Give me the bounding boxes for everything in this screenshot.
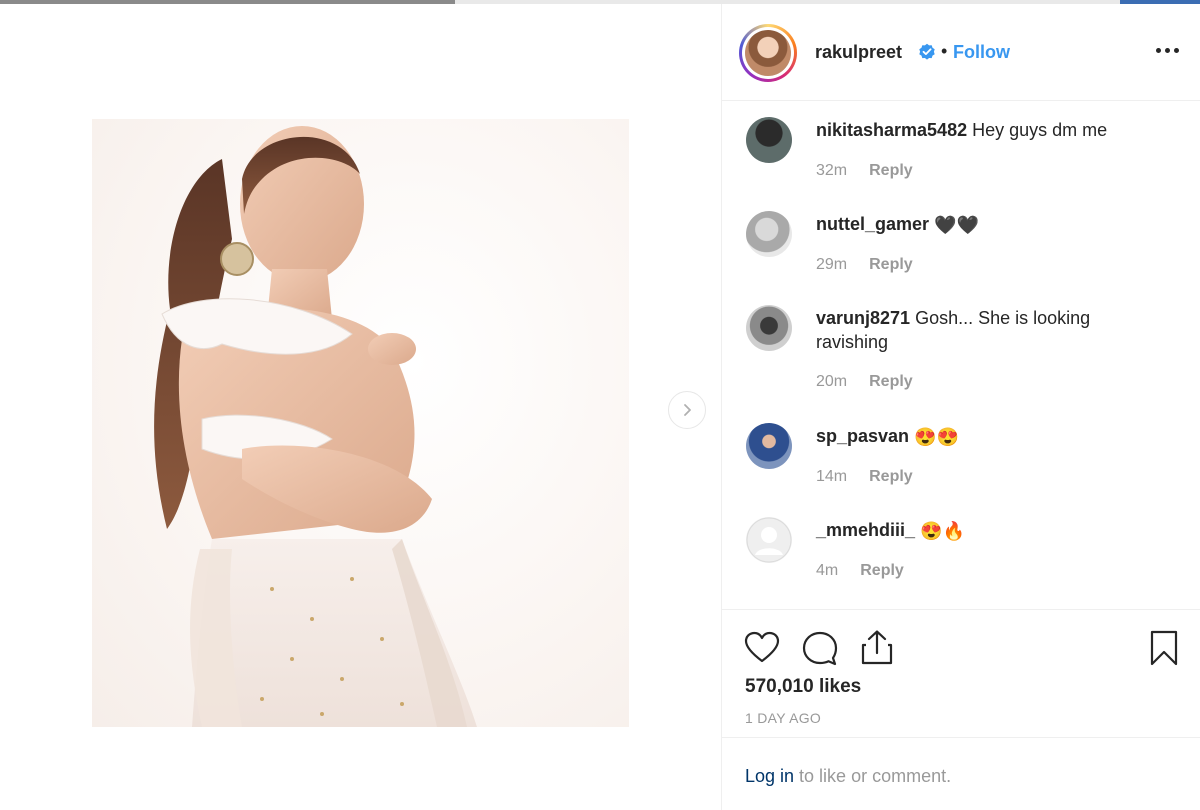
reply-button[interactable]: Reply [869,468,913,485]
comment-text-block: nikitasharma5482 Hey guys dm me [816,118,1166,142]
comments-list: nikitasharma5482 Hey guys dm me 32m Reply… [722,101,1200,609]
login-prompt-bar: Log in to like or comment. [722,737,1200,810]
comment-time: 20m [816,373,848,390]
verified-badge-icon [919,43,935,60]
default-avatar-icon [746,517,792,563]
follow-button[interactable]: Follow [953,42,1010,63]
reply-button[interactable]: Reply [860,562,904,579]
login-link[interactable]: Log in [745,766,794,786]
commenter-avatar[interactable] [746,517,792,563]
comment-time: 14m [816,468,848,485]
comment-text: 🖤🖤 [934,215,979,236]
likes-count[interactable]: 570,010 likes [745,676,861,698]
comment-time: 29m [816,256,848,273]
comment-time: 4m [816,562,839,579]
comment-text-block: _mmehdiii_ 😍🔥 [816,518,1166,543]
heart-icon[interactable] [742,628,782,668]
post-photo-illustration [154,126,477,727]
commenter-username[interactable]: nuttel_gamer [816,214,929,234]
comment-meta: 29m Reply [816,256,913,274]
commenter-username[interactable]: sp_pasvan [816,426,909,446]
commenter-username[interactable]: nikitasharma5482 [816,120,967,140]
author-username[interactable]: rakulpreet [815,42,902,63]
chevron-right-icon [684,404,691,416]
author-avatar[interactable] [739,24,797,82]
post-media-area [0,4,721,810]
comment-text-block: varunj8271 Gosh... She is looking ravish… [816,306,1166,354]
commenter-avatar[interactable] [746,117,792,163]
comment-icon[interactable] [800,628,840,668]
commenter-username[interactable]: _mmehdiii_ [816,520,915,540]
comment-time: 32m [816,162,848,179]
commenter-avatar[interactable] [746,211,792,257]
commenter-avatar[interactable] [746,423,792,469]
post-side-panel: rakulpreet • Follow nikitasharma5482 Hey… [721,4,1200,810]
comment-text: 😍😍 [914,427,959,448]
post-photo[interactable] [92,119,629,727]
reply-button[interactable]: Reply [869,162,913,179]
login-prompt: Log in to like or comment. [745,766,951,787]
post-timestamp: 1 DAY AGO [745,710,822,726]
separator-dot: • [941,41,948,61]
comment-text: Hey guys dm me [972,120,1108,140]
comment-meta: 20m Reply [816,373,913,391]
reply-button[interactable]: Reply [869,373,913,390]
bookmark-icon[interactable] [1144,628,1184,668]
comment-meta: 14m Reply [816,468,913,486]
comment-text-block: sp_pasvan 😍😍 [816,424,1166,449]
comment-text: 😍🔥 [920,521,965,542]
reply-button[interactable]: Reply [869,256,913,273]
comment-meta: 32m Reply [816,162,913,180]
post-actions-section: 570,010 likes 1 DAY AGO [722,609,1200,737]
comment-text-block: nuttel_gamer 🖤🖤 [816,212,1166,237]
next-photo-button[interactable] [668,391,706,429]
comment-meta: 4m Reply [816,562,904,580]
commenter-username[interactable]: varunj8271 [816,308,910,328]
commenter-avatar[interactable] [746,305,792,351]
post-header: rakulpreet • Follow [722,4,1200,101]
more-options-icon[interactable] [1152,38,1182,62]
share-icon[interactable] [857,628,897,668]
login-prompt-text: to like or comment. [794,766,952,786]
